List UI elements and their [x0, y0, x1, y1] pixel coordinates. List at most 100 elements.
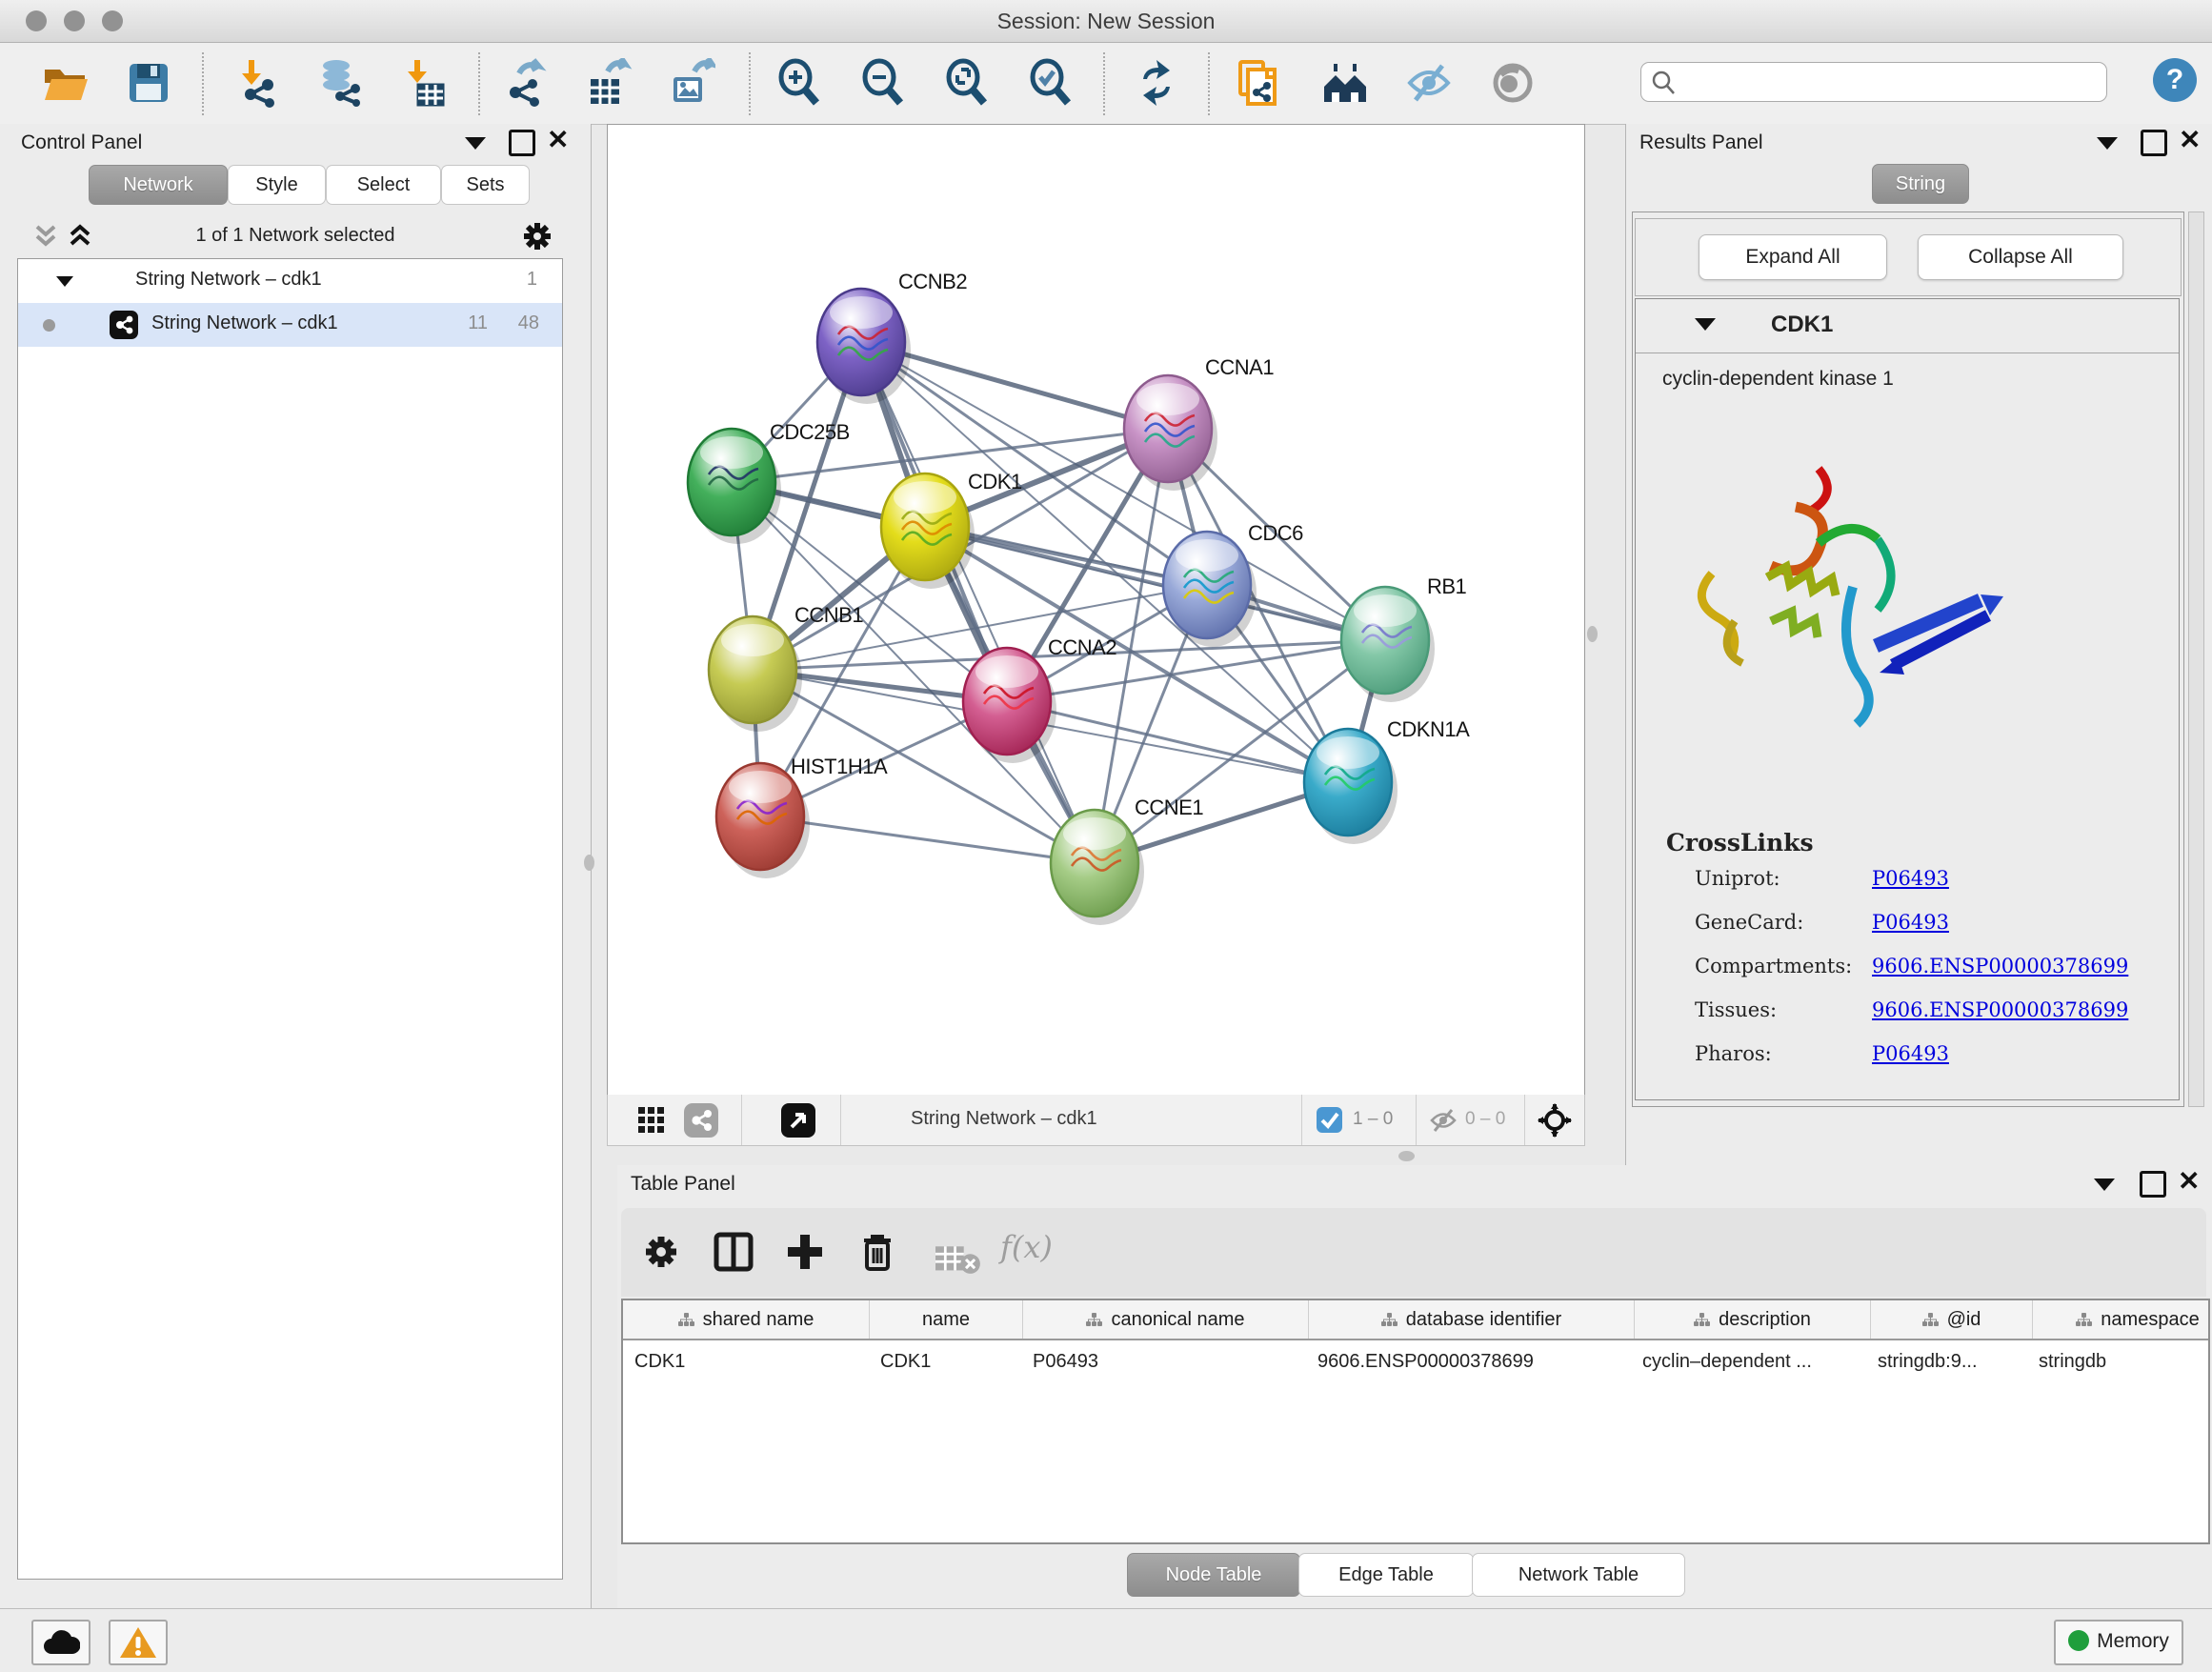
crosslink-value-link[interactable]: P06493: [1872, 1042, 1949, 1065]
hide-selected-eye-slash-icon[interactable]: [1404, 58, 1454, 108]
panel-menu-icon[interactable]: [2097, 137, 2118, 150]
delete-column-trash-icon[interactable]: [855, 1229, 900, 1275]
grid-view-icon[interactable]: [638, 1107, 667, 1136]
panel-float-icon[interactable]: [509, 130, 535, 156]
open-in-new-window-icon[interactable]: [781, 1103, 815, 1138]
network-edge: [1007, 701, 1348, 782]
column-header-label: namespace: [2101, 1309, 2199, 1331]
panel-close-icon[interactable]: ✕: [2179, 130, 2201, 151]
show-columns-icon[interactable]: [711, 1229, 756, 1275]
node-label: CCNE1: [1135, 796, 1203, 819]
table-panel-title: Table Panel: [631, 1173, 735, 1196]
crosslink-value-link[interactable]: 9606.ENSP00000378699: [1872, 955, 2128, 977]
refresh-icon[interactable]: [1132, 58, 1181, 108]
collapse-all-button[interactable]: Collapse All: [1918, 234, 2123, 280]
export-network-icon[interactable]: [500, 58, 550, 108]
results-scrollbar[interactable]: [2188, 212, 2204, 1107]
gene-card-header[interactable]: CDK1: [1636, 299, 2179, 353]
export-image-icon[interactable]: [666, 58, 715, 108]
table-row[interactable]: CDK1CDK1P064939606.ENSP00000378699cyclin…: [623, 1340, 2208, 1382]
crosslink-value-link[interactable]: 9606.ENSP00000378699: [1872, 998, 2128, 1021]
column-header-shared-name[interactable]: shared name: [623, 1300, 870, 1339]
panel-menu-icon[interactable]: [2094, 1178, 2115, 1191]
right-splitter-handle[interactable]: [1587, 626, 1598, 642]
function-builder-icon[interactable]: f(x): [1000, 1229, 1053, 1265]
birds-eye-view-icon[interactable]: [1538, 1103, 1572, 1138]
cloud-button[interactable]: [31, 1620, 90, 1665]
column-header-name[interactable]: name: [870, 1300, 1023, 1339]
node-gloss: [1176, 539, 1238, 572]
search-box[interactable]: [1640, 62, 2107, 102]
table-cell[interactable]: 9606.ENSP00000378699: [1306, 1340, 1631, 1382]
toolbar-separator: [1524, 1095, 1525, 1145]
toolbar-separator: [202, 52, 204, 115]
zoom-out-icon[interactable]: [858, 58, 908, 108]
save-session-icon[interactable]: [124, 58, 173, 108]
column-header-canonical-name[interactable]: canonical name: [1023, 1300, 1309, 1339]
hidden-eye-slash-icon[interactable]: [1429, 1107, 1458, 1134]
network-edge: [861, 342, 1095, 863]
node-table[interactable]: shared namenamecanonical namedatabase id…: [621, 1299, 2210, 1544]
string-style-icon[interactable]: [684, 1103, 718, 1138]
collapse-all-networks-icon[interactable]: [34, 223, 67, 252]
home-networks-icon[interactable]: [1320, 58, 1370, 108]
expand-all-networks-icon[interactable]: [69, 223, 101, 252]
help-icon[interactable]: ?: [2153, 58, 2197, 102]
table-cell[interactable]: stringdb: [2027, 1340, 2212, 1382]
tab-sets[interactable]: Sets: [441, 165, 530, 205]
node-label: CDK1: [968, 470, 1022, 494]
column-header-description[interactable]: description: [1635, 1300, 1871, 1339]
panel-close-icon[interactable]: ✕: [547, 130, 569, 151]
open-session-icon[interactable]: [40, 58, 90, 108]
export-table-icon[interactable]: [583, 58, 633, 108]
column-header--id[interactable]: @id: [1871, 1300, 2033, 1339]
collection-expand-icon[interactable]: [56, 276, 73, 287]
tab-style[interactable]: Style: [228, 165, 326, 205]
network-options-gear-icon[interactable]: [518, 217, 556, 255]
add-column-icon[interactable]: [782, 1229, 828, 1275]
network-view-canvas[interactable]: CCNB2CCNA1CDC25BCDK1CDC6RB1CCNB1CCNA2CDK…: [607, 124, 1585, 1096]
horizontal-splitter-handle[interactable]: [1398, 1151, 1415, 1161]
import-network-database-icon[interactable]: [315, 58, 365, 108]
panel-float-icon[interactable]: [2141, 130, 2167, 156]
toolbar-separator: [749, 52, 751, 115]
tab-network[interactable]: Network: [89, 165, 228, 205]
tab-node-table[interactable]: Node Table: [1127, 1553, 1300, 1597]
tab-edge-table[interactable]: Edge Table: [1298, 1553, 1474, 1597]
delete-table-icon[interactable]: [935, 1237, 981, 1282]
import-network-file-icon[interactable]: [233, 58, 283, 108]
import-table-icon[interactable]: [399, 58, 449, 108]
panel-float-icon[interactable]: [2140, 1171, 2166, 1198]
gene-collapse-icon[interactable]: [1695, 318, 1716, 331]
tab-network-table[interactable]: Network Table: [1472, 1553, 1685, 1597]
table-cell[interactable]: cyclin–dependent ...: [1631, 1340, 1866, 1382]
tab-select[interactable]: Select: [326, 165, 441, 205]
table-cell[interactable]: CDK1: [623, 1340, 869, 1382]
memory-button[interactable]: Memory: [2054, 1620, 2183, 1665]
node-gloss: [721, 624, 784, 656]
zoom-in-icon[interactable]: [774, 58, 824, 108]
column-header-database-identifier[interactable]: database identifier: [1309, 1300, 1635, 1339]
left-splitter-handle[interactable]: [584, 855, 594, 871]
expand-all-button[interactable]: Expand All: [1699, 234, 1887, 280]
table-cell[interactable]: P06493: [1021, 1340, 1306, 1382]
zoom-fit-icon[interactable]: [942, 58, 992, 108]
show-eye-icon[interactable]: [1488, 58, 1538, 108]
panel-close-icon[interactable]: ✕: [2178, 1171, 2200, 1192]
selection-checkbox-icon[interactable]: [1317, 1107, 1342, 1133]
panel-menu-icon[interactable]: [465, 137, 486, 150]
crosslink-value-link[interactable]: P06493: [1872, 867, 1949, 890]
table-cell[interactable]: stringdb:9...: [1866, 1340, 2027, 1382]
network-collection-row[interactable]: String Network – cdk1 1: [18, 259, 562, 303]
column-type-icon: [2076, 1313, 2092, 1327]
table-cell[interactable]: CDK1: [869, 1340, 1021, 1382]
warnings-button[interactable]: [109, 1620, 168, 1665]
search-input[interactable]: [1683, 66, 2097, 98]
copy-network-icon[interactable]: [1235, 58, 1284, 108]
column-header-namespace[interactable]: namespace: [2033, 1300, 2212, 1339]
table-settings-gear-icon[interactable]: [638, 1229, 684, 1275]
zoom-selected-icon[interactable]: [1026, 58, 1076, 108]
tab-string[interactable]: String: [1872, 164, 1969, 204]
crosslink-value-link[interactable]: P06493: [1872, 911, 1949, 934]
network-row[interactable]: String Network – cdk1 11 48: [18, 303, 562, 347]
